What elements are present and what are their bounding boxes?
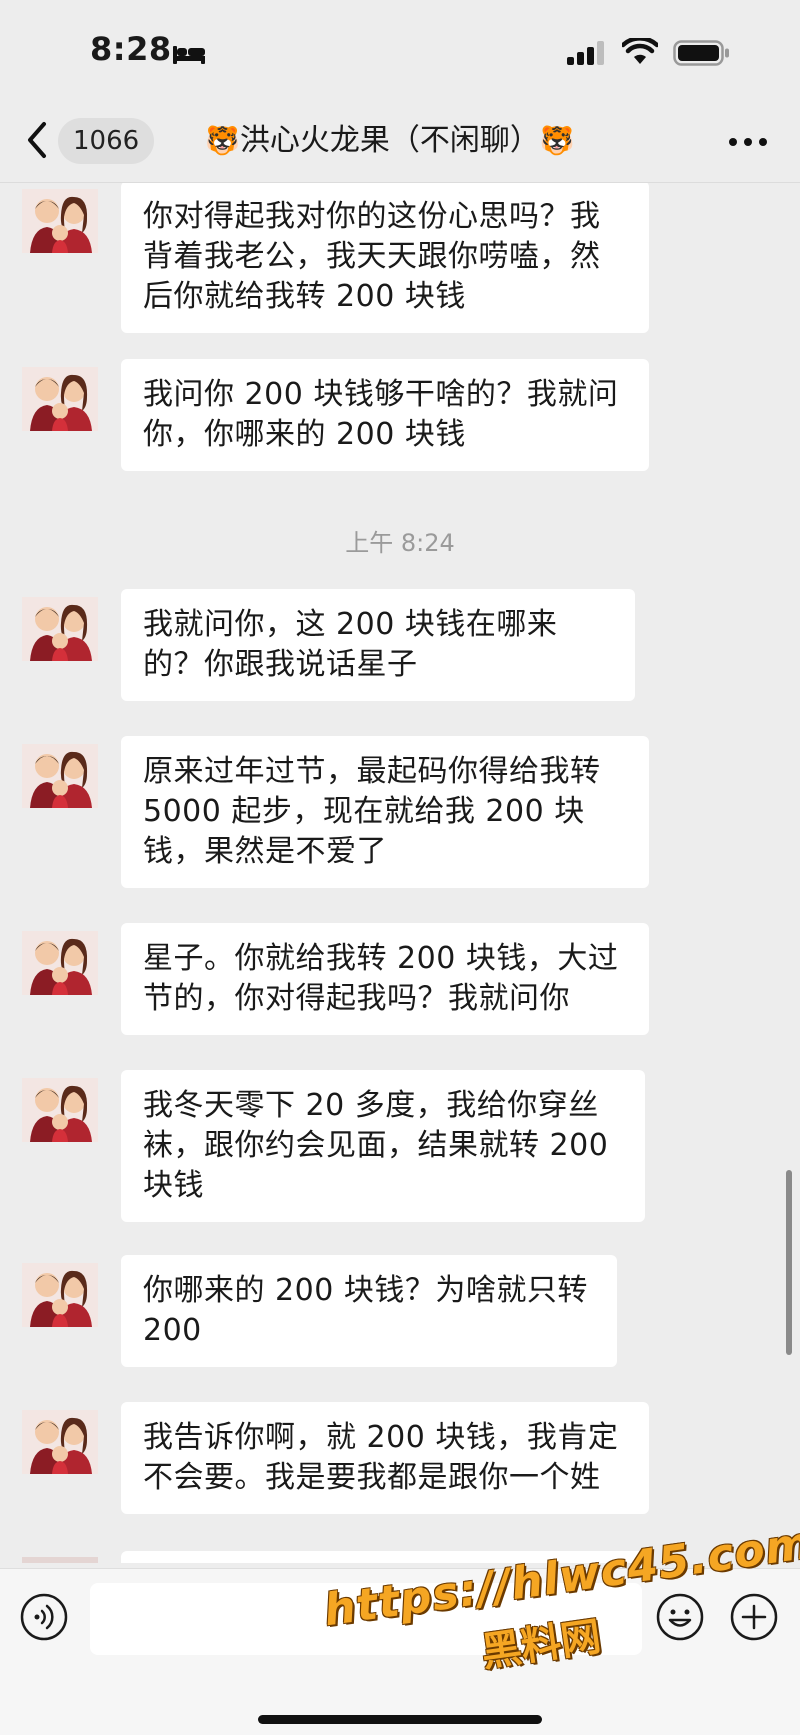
couple-avatar-icon[interactable]	[22, 189, 98, 253]
message-bubble[interactable]: 原来过年过节，最起码你得给我转 5000 起步，现在就给我 200 块钱，果然是…	[121, 736, 649, 888]
plus-icon[interactable]	[730, 1593, 778, 1641]
signal-icon	[567, 41, 604, 65]
couple-avatar-icon[interactable]	[22, 597, 98, 661]
chat-input-bar	[0, 1568, 800, 1735]
tiger-emoji-icon: 🐯	[539, 124, 575, 157]
message-bubble[interactable]: 你对得起我对你的这份心思吗？我背着我老公，我天天跟你唠嗑，然后你就给我转 200…	[121, 183, 649, 333]
avatar-partial	[22, 1557, 98, 1563]
message-bubble[interactable]: 我问你 200 块钱够干啥的？我就问你，你哪来的 200 块钱	[121, 359, 649, 471]
couple-avatar-icon[interactable]	[22, 1078, 98, 1142]
message-timestamp: 上午 8:24	[345, 529, 455, 557]
chat-screen: 8:28 1066 🐯洪心火龙果（不闲聊）🐯 你对得起我对你的这份心思吗？我背着…	[0, 0, 800, 1735]
voice-icon[interactable]	[20, 1593, 68, 1641]
message-input[interactable]	[90, 1583, 642, 1655]
emoji-icon[interactable]	[656, 1593, 704, 1641]
more-dots-icon[interactable]	[728, 136, 768, 148]
message-bubble[interactable]: 我就问你，这 200 块钱在哪来的？你跟我说话星子	[121, 589, 635, 701]
message-bubble[interactable]: 星子。你就给我转 200 块钱，大过节的，你对得起我吗？我就问你	[121, 923, 649, 1035]
chat-title-text: 洪心火龙果（不闲聊）	[239, 123, 540, 158]
couple-avatar-icon[interactable]	[22, 1263, 98, 1327]
chevron-left-icon[interactable]	[24, 118, 52, 162]
wifi-icon	[622, 38, 658, 64]
status-time: 8:28	[90, 30, 172, 68]
couple-avatar-icon[interactable]	[22, 1410, 98, 1474]
tiger-emoji-icon: 🐯	[205, 124, 240, 157]
chat-title: 🐯洪心火龙果（不闲聊）🐯	[205, 120, 605, 162]
couple-avatar-icon[interactable]	[22, 744, 98, 808]
battery-icon	[673, 40, 729, 66]
bed-icon	[173, 46, 205, 64]
couple-avatar-icon[interactable]	[22, 931, 98, 995]
home-indicator[interactable]	[258, 1715, 542, 1724]
status-bar: 8:28	[0, 0, 800, 100]
unread-count-badge[interactable]: 1066	[58, 118, 155, 164]
message-bubble[interactable]: 我告诉你啊，就 200 块钱，我肯定不会要。我是要我都是跟你一个姓	[121, 1402, 649, 1514]
chat-header: 1066 🐯洪心火龙果（不闲聊）🐯	[0, 100, 800, 183]
couple-avatar-icon[interactable]	[22, 367, 98, 431]
message-list[interactable]: 你对得起我对你的这份心思吗？我背着我老公，我天天跟你唠嗑，然后你就给我转 200…	[0, 183, 800, 1563]
scrollbar[interactable]	[786, 1170, 792, 1355]
message-bubble[interactable]: 你哪来的 200 块钱？为啥就只转 200	[121, 1255, 617, 1367]
message-bubble[interactable]: 我冬天零下 20 多度，我给你穿丝袜，跟你约会见面，结果就转 200 块钱	[121, 1070, 645, 1222]
message-bubble-partial	[121, 1551, 649, 1563]
